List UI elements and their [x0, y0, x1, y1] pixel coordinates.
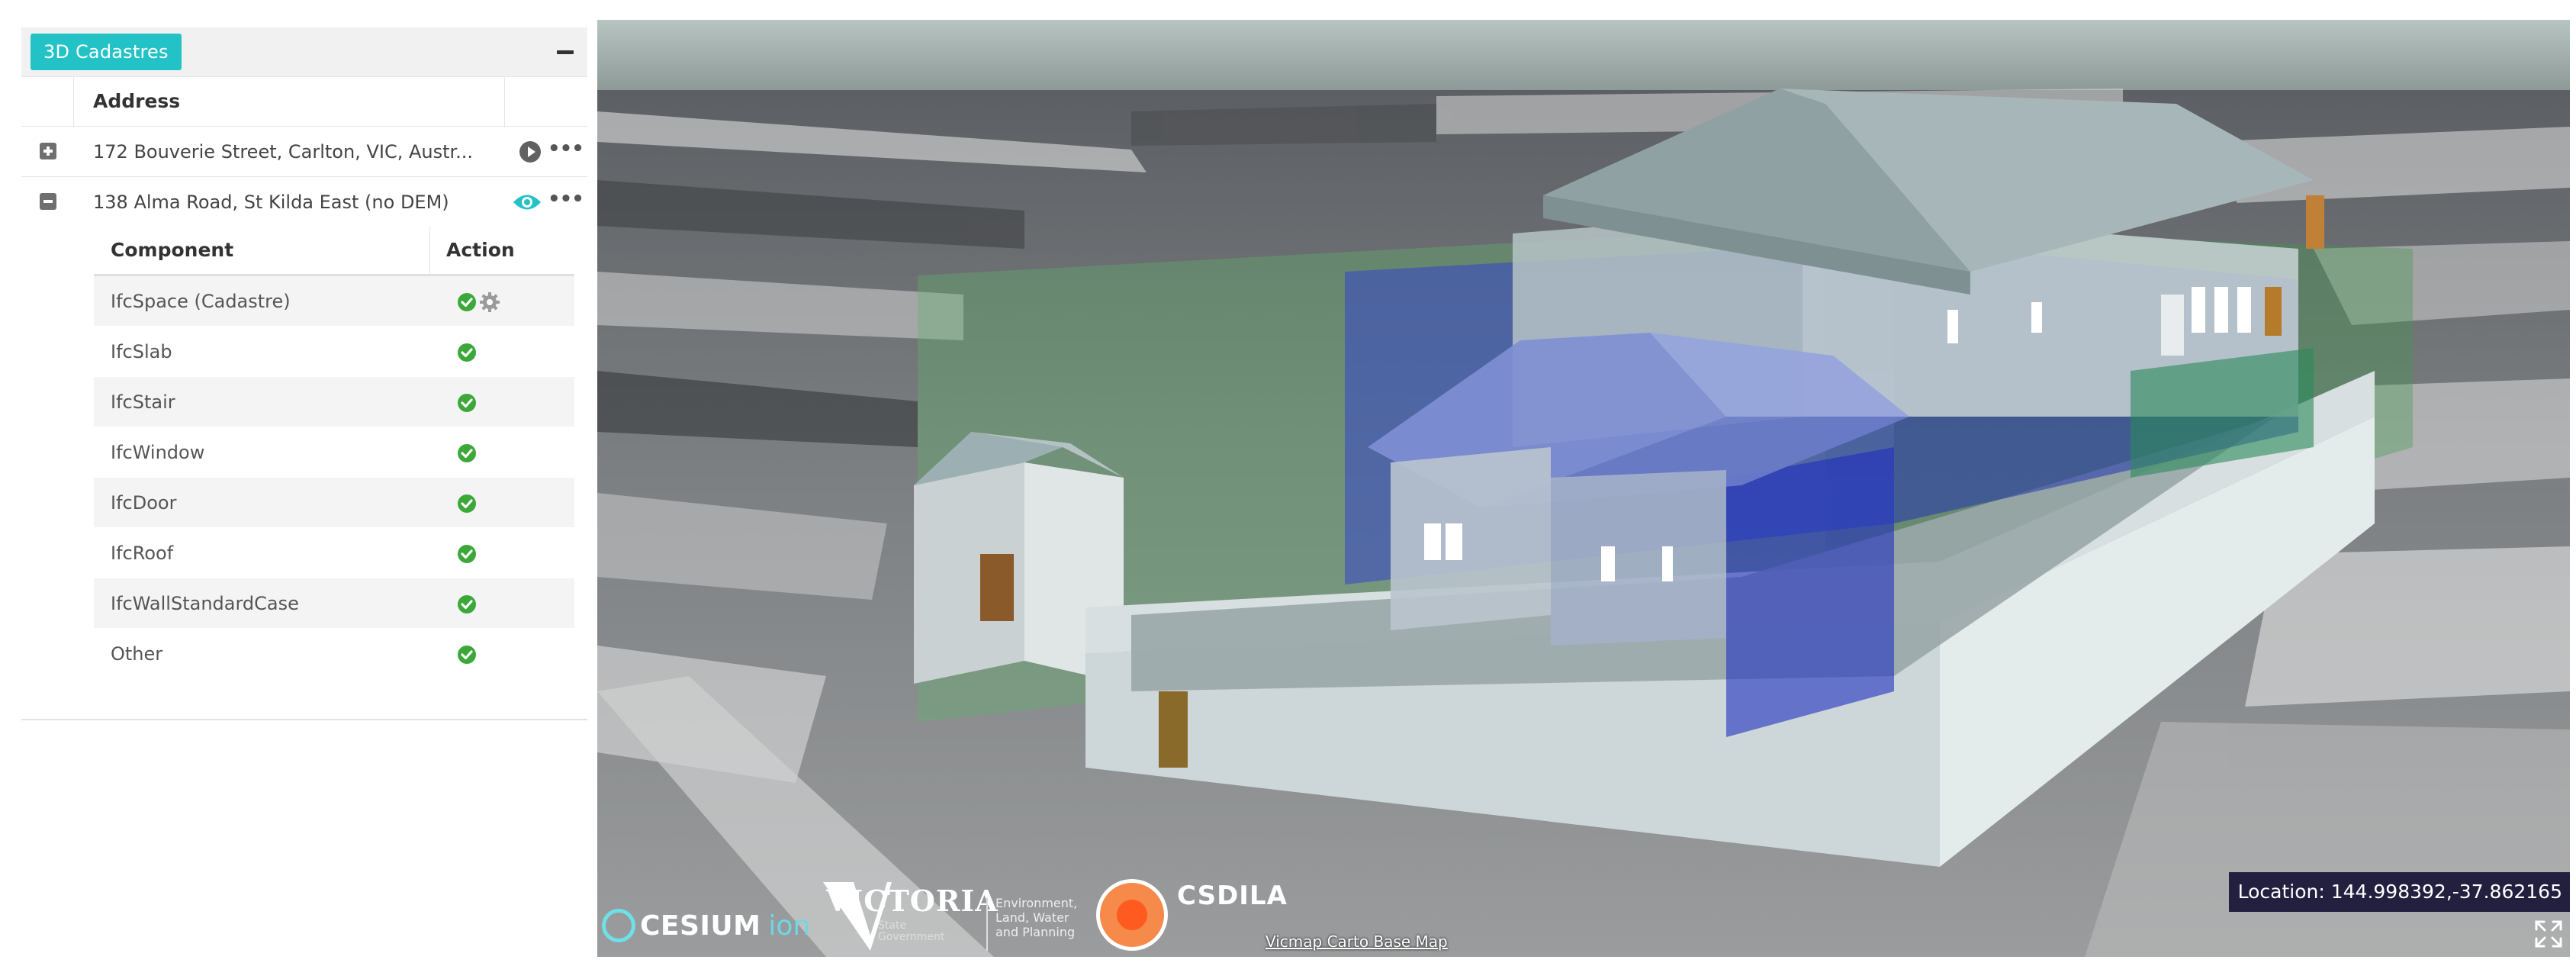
component-label: Other [111, 643, 163, 665]
address-label[interactable]: 172 Bouverie Street, Carlton, VIC, Austr… [93, 127, 520, 177]
component-row: IfcStair [94, 377, 574, 427]
map-scene[interactable] [597, 20, 2570, 957]
collapse-button[interactable] [557, 50, 574, 54]
victoria-subtitle: State Government [878, 919, 945, 943]
component-label: IfcSlab [111, 341, 172, 362]
component-row: IfcSpace (Cadastre) [94, 276, 574, 327]
more-options-icon[interactable]: ••• [548, 139, 584, 159]
panel-title[interactable]: 3D Cadastres [31, 34, 182, 70]
action-column-header[interactable]: Action [446, 226, 515, 275]
collapse-icon[interactable] [40, 193, 56, 210]
component-row: Other [94, 629, 574, 679]
component-table-header: Component Action [94, 226, 574, 276]
check-icon[interactable] [457, 645, 477, 665]
panel-header: 3D Cadastres [21, 27, 587, 76]
check-icon[interactable] [457, 292, 477, 312]
component-row: IfcWallStandardCase [94, 578, 574, 629]
expand-icon[interactable] [40, 143, 56, 159]
more-options-icon[interactable]: ••• [548, 189, 584, 209]
delwp-credit: Environment, Land, Water and Planning [995, 896, 1078, 939]
check-icon[interactable] [457, 393, 477, 413]
component-row: IfcWindow [94, 427, 574, 478]
component-label: IfcWallStandardCase [111, 593, 299, 614]
victoria-logo-text: VICTORIA [826, 884, 999, 918]
check-icon[interactable] [457, 494, 477, 514]
component-label: IfcSpace (Cadastre) [111, 291, 291, 312]
component-row: IfcDoor [94, 478, 574, 528]
component-column-header[interactable]: Component [111, 226, 233, 275]
gear-icon[interactable] [479, 291, 500, 313]
address-row[interactable]: 138 Alma Road, St Kilda East (no DEM) ••… [21, 177, 587, 227]
address-label[interactable]: 138 Alma Road, St Kilda East (no DEM) [93, 177, 520, 227]
address-table-header: Address [21, 76, 587, 127]
csdila-logo-text: CSDILA [1177, 881, 1288, 911]
cesium-ion-logo[interactable]: CESIUM ion [602, 905, 810, 946]
component-row: IfcRoof [94, 528, 574, 578]
address-column-header[interactable]: Address [93, 77, 180, 126]
fullscreen-icon[interactable] [2532, 917, 2565, 951]
check-icon[interactable] [457, 443, 477, 463]
cadastre-panel: 3D Cadastres Address 172 Bouverie Street… [21, 27, 587, 720]
panel-body: Address 172 Bouverie Street, Carlton, VI… [21, 76, 587, 720]
check-icon[interactable] [457, 544, 477, 564]
basemap-credit-link[interactable]: Vicmap Carto Base Map [1265, 932, 1448, 951]
map-viewer[interactable]: CESIUM ion VICTORIA State Government Env… [597, 20, 2570, 957]
check-icon[interactable] [457, 343, 477, 362]
component-label: IfcStair [111, 391, 175, 413]
cesium-logo-text: CESIUM [640, 910, 761, 942]
play-icon[interactable] [519, 141, 541, 163]
location-readout: Location: 144.998392,-37.862165 [2228, 872, 2570, 912]
address-row[interactable]: 172 Bouverie Street, Carlton, VIC, Austr… [21, 127, 587, 177]
eye-icon[interactable] [512, 192, 542, 212]
check-icon[interactable] [457, 594, 477, 614]
component-row: IfcSlab [94, 327, 574, 377]
csdila-logo [1096, 879, 1168, 951]
component-label: IfcWindow [111, 442, 205, 463]
component-label: IfcRoof [111, 543, 174, 564]
cesium-ion-text: ion [768, 910, 811, 942]
component-label: IfcDoor [111, 492, 177, 514]
